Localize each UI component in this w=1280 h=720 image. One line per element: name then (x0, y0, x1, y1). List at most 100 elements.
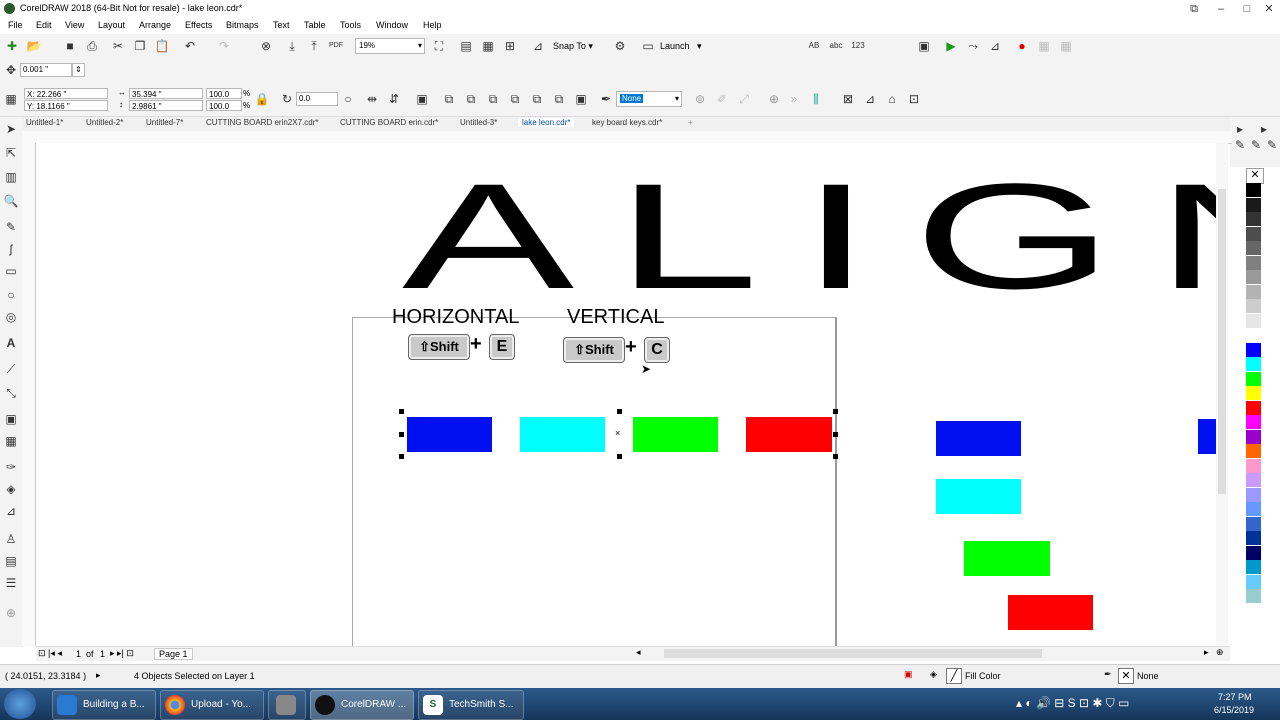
show-guidelines-icon[interactable]: ⊞ (502, 38, 518, 54)
full-screen-icon[interactable]: ⛶ (431, 38, 447, 54)
palette-swatch[interactable] (1246, 226, 1261, 241)
dimension-tool-icon[interactable]: ⟋ (3, 361, 19, 377)
selection-handle-tr[interactable] (833, 409, 838, 414)
restore-icon[interactable]: ⧉ (1183, 1, 1205, 17)
nudge-distance-field[interactable]: 0.001 " (20, 63, 72, 77)
vertical-ruler[interactable] (22, 143, 36, 646)
publish-pdf-icon[interactable]: PDF (328, 38, 344, 54)
palette-swatch[interactable] (1246, 415, 1261, 429)
menu-tools[interactable]: Tools (340, 20, 361, 30)
palette-swatch[interactable] (1246, 473, 1261, 487)
bucket-icon[interactable]: ⊿ (862, 91, 878, 107)
convert-curves-icon[interactable]: ✐ (714, 91, 730, 107)
tab-key-board-keys[interactable]: key board keys.cdr* (592, 118, 662, 127)
weld-icon[interactable]: ⧉ (463, 91, 479, 107)
blue-rectangle-partial[interactable] (1198, 419, 1216, 454)
menu-arrange[interactable]: Arrange (139, 20, 171, 30)
outline-tool-icon[interactable]: ♙ (3, 531, 19, 547)
envelope-icon[interactable]: ⊠ (840, 91, 856, 107)
palette-swatch[interactable] (1246, 560, 1261, 574)
object-origin-icon[interactable]: ▦ (3, 91, 19, 107)
palette-swatch[interactable] (1246, 371, 1261, 386)
vertical-scrollbar[interactable] (1216, 143, 1228, 646)
menu-window[interactable]: Window (376, 20, 408, 30)
selection-handle-bl[interactable] (399, 454, 404, 459)
combine-icon[interactable]: ⧉ (441, 91, 457, 107)
trim-icon[interactable]: ⧉ (485, 91, 501, 107)
new-document-icon[interactable]: ✚ (4, 38, 20, 54)
palette-swatch[interactable] (1246, 574, 1261, 589)
selection-handle-ml[interactable] (399, 432, 404, 437)
pause-macro-icon[interactable]: ▦ (1036, 38, 1052, 54)
shift-key-graphic-2[interactable]: ⇧Shift (563, 337, 625, 363)
selection-handle-bc[interactable] (617, 454, 622, 459)
drawing-canvas[interactable]: ALIGN HORIZONTAL VERTICAL ⇧Shift + E ⇧Sh… (36, 143, 1216, 646)
tab-untitled-1[interactable]: Untitled-1* (26, 118, 63, 127)
numbers-icon[interactable]: 123 (850, 38, 866, 54)
simplify-icon[interactable]: ⧉ (529, 91, 545, 107)
spiral-tool-icon[interactable]: ◎ (3, 309, 19, 325)
spell-icon[interactable]: abc (828, 38, 844, 54)
ellipse-tool-icon[interactable]: ○ (3, 287, 19, 303)
launch-dropdown[interactable]: Launch ▾ (660, 41, 702, 52)
menu-text[interactable]: Text (273, 20, 290, 30)
center-mark[interactable]: × (615, 428, 620, 438)
page-1-tab[interactable]: Page 1 (154, 648, 193, 660)
rotation-center-icon[interactable]: ○ (340, 91, 356, 107)
taskbar-techsmith-item[interactable]: S TechSmith S... (418, 690, 524, 720)
freehand-tool-icon[interactable]: ✎ (3, 219, 19, 235)
palette-swatch[interactable] (1246, 313, 1261, 328)
y-position-field[interactable]: Y: 18.1166 " (24, 100, 108, 111)
shape-tool-icon[interactable]: ⇱ (3, 145, 19, 161)
menu-table[interactable]: Table (304, 20, 326, 30)
open-icon[interactable]: 📂 (26, 38, 42, 54)
front-minus-back-icon[interactable]: ⧉ (551, 91, 567, 107)
trash-icon[interactable]: ⌂ (884, 91, 900, 107)
palette-swatch[interactable] (1246, 531, 1261, 545)
no-color-swatch[interactable]: ✕ (1246, 168, 1264, 184)
x-position-field[interactable]: X: 22.266 " (24, 88, 108, 99)
red-rectangle[interactable] (746, 417, 832, 452)
menu-help[interactable]: Help (423, 20, 442, 30)
red-rectangle-offpage[interactable] (1008, 595, 1093, 630)
stop-macro-icon[interactable]: ▦ (1058, 38, 1074, 54)
docker-pen-3-icon[interactable]: ✎ (1264, 137, 1280, 153)
zoom-icon[interactable]: ⊕ (1216, 647, 1224, 658)
snap-icon[interactable]: ⊿ (530, 38, 546, 54)
palette-swatch[interactable] (1246, 197, 1261, 212)
paste-icon[interactable]: 📋 (154, 38, 170, 54)
scroll-right-2-icon[interactable]: ▸ (1256, 121, 1272, 137)
vertical-label[interactable]: VERTICAL (567, 306, 664, 329)
taskbar-ie-item[interactable]: Building a B... (52, 690, 156, 720)
add-tool-icon[interactable]: ⊕ (3, 605, 19, 621)
interactive-fill-icon[interactable]: ◈ (3, 481, 19, 497)
menu-file[interactable]: File (8, 20, 23, 30)
palette-swatch[interactable] (1246, 328, 1261, 342)
zoom-tool-icon[interactable]: 🔍 (3, 193, 19, 209)
tab-untitled-3[interactable]: Untitled-3* (460, 118, 497, 127)
docker-pen-2-icon[interactable]: ✎ (1248, 137, 1264, 153)
pick-tool-icon[interactable]: ➤ (3, 121, 19, 137)
start-button[interactable] (4, 689, 36, 719)
tab-untitled-7[interactable]: Untitled-7* (146, 118, 183, 127)
blue-rectangle[interactable] (407, 417, 492, 452)
selection-handle-br[interactable] (833, 454, 838, 459)
minimize-button[interactable]: – (1210, 1, 1232, 17)
outline-none-swatch[interactable]: ✕ (1118, 668, 1134, 684)
fill-bucket-icon[interactable]: ◈ (930, 669, 937, 680)
fill-none-swatch[interactable]: ╱ (946, 668, 962, 684)
macro-manager-icon[interactable]: ▣ (916, 38, 932, 54)
tab-cutting-board-erin[interactable]: CUTTING BOARD erin.cdr* (340, 118, 438, 127)
cyan-rectangle[interactable] (520, 417, 605, 452)
cut-icon[interactable]: ✂ (110, 38, 126, 54)
show-rulers-icon[interactable]: ▤ (458, 38, 474, 54)
horizontal-scrollbar-thumb[interactable] (664, 649, 1042, 658)
outline-width-combo[interactable]: None ▾ (616, 91, 682, 107)
menu-layout[interactable]: Layout (98, 20, 125, 30)
horizontal-label[interactable]: HORIZONTAL (392, 306, 519, 329)
scroll-right-icon[interactable]: ▸ (1204, 647, 1209, 658)
vertical-scrollbar-thumb[interactable] (1218, 189, 1226, 494)
rectangle-tool-icon[interactable]: ▭ (3, 263, 19, 279)
blue-rectangle-offpage[interactable] (936, 421, 1021, 456)
launch-icon[interactable]: ▭ (640, 38, 656, 54)
